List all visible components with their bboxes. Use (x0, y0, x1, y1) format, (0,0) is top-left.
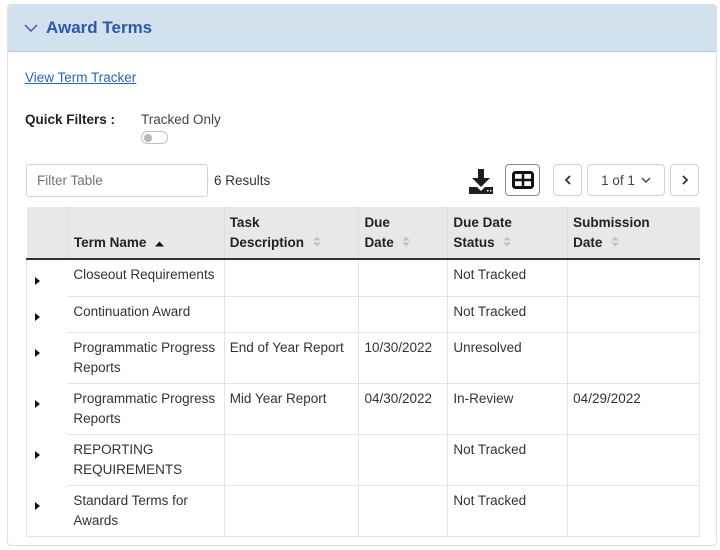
chevron-down-icon[interactable] (24, 20, 40, 36)
column-header-expand (26, 207, 69, 261)
column-header-label-line2: Date (573, 235, 603, 250)
previous-page-button[interactable] (553, 164, 582, 196)
column-header-label-line1: Due (364, 215, 390, 230)
submission-date-cell (567, 332, 700, 384)
chevron-left-icon (564, 175, 571, 185)
table-columns-icon (511, 171, 534, 189)
task-description-cell (224, 485, 360, 537)
page-select-value: 1 of 1 (601, 172, 635, 188)
term-name-cell: Standard Terms for Awards (68, 485, 225, 537)
submission-date-cell (567, 296, 700, 333)
column-header-label-line1: Due Date (453, 215, 512, 230)
task-description-cell: End of Year Report (224, 332, 360, 384)
column-header-due-date-status[interactable]: Due Date Status (447, 207, 569, 261)
task-description-cell (224, 434, 360, 486)
column-header-label-line2: Description (229, 235, 304, 250)
sort-icon (503, 233, 512, 253)
table-row: Continuation Award Not Tracked (26, 296, 700, 333)
task-description-cell (224, 296, 360, 333)
award-terms-header[interactable]: Award Terms (8, 5, 716, 52)
term-name-cell: Programmatic Progress Reports (68, 383, 225, 435)
expand-cell (26, 296, 69, 333)
column-header-submission-date[interactable]: Submission Date (567, 207, 700, 261)
sort-icon (611, 233, 620, 253)
submission-date-cell (567, 485, 700, 537)
column-header-task-description[interactable]: Task Description (224, 207, 360, 261)
table-row: Programmatic Progress Reports End of Yea… (26, 332, 700, 384)
task-description-cell: Mid Year Report (224, 383, 360, 435)
column-header-label-line2: Status (453, 235, 495, 250)
submission-date-cell (567, 259, 700, 297)
columns-toggle-button[interactable] (505, 164, 540, 196)
sort-icon (312, 233, 321, 253)
table-header-row: Term Name Task Description Due Date Due … (26, 207, 700, 261)
due-date-cell: 10/30/2022 (358, 332, 449, 384)
expand-cell (26, 485, 69, 537)
column-header-label-line1: Submission (573, 215, 650, 230)
sort-icon (402, 233, 411, 253)
quick-filters-label: Quick Filters : (25, 112, 116, 127)
table-row: Closeout Requirements Not Tracked (26, 259, 700, 297)
due-date-status-cell: Not Tracked (447, 259, 569, 297)
due-date-status-cell: In-Review (447, 383, 569, 435)
term-name-cell: Continuation Award (68, 296, 225, 333)
panel-title: Award Terms (46, 18, 153, 37)
download-icon (469, 169, 493, 194)
table-row: REPORTING REQUIREMENTS Not Tracked (26, 434, 700, 486)
expand-cell (26, 434, 69, 486)
tracked-only-label: Tracked Only (141, 112, 221, 127)
caret-right-icon[interactable] (35, 307, 40, 327)
table-row: Programmatic Progress Reports Mid Year R… (26, 383, 700, 435)
caret-right-icon[interactable] (35, 496, 40, 516)
award-terms-panel: Award Terms View Term Tracker Quick Filt… (7, 4, 717, 546)
results-count: 6 Results (214, 173, 271, 188)
caret-right-icon[interactable] (35, 445, 40, 465)
toggle-knob (144, 134, 152, 142)
sort-ascending-icon (155, 233, 165, 253)
due-date-status-cell: Not Tracked (447, 485, 569, 537)
column-header-term-name[interactable]: Term Name (68, 207, 225, 261)
term-name-cell: Closeout Requirements (68, 259, 225, 297)
page-select[interactable]: 1 of 1 (587, 164, 665, 196)
column-header-label: Term Name (73, 235, 147, 250)
due-date-cell (358, 434, 449, 486)
expand-cell (26, 332, 69, 384)
task-description-cell (224, 259, 360, 297)
caret-right-icon[interactable] (35, 343, 40, 363)
quick-filters: Quick Filters : Tracked Only (25, 112, 221, 144)
expand-cell (26, 383, 69, 435)
chevron-right-icon (681, 175, 688, 185)
tracked-only-filter: Tracked Only (141, 112, 221, 144)
column-header-label-line2: Date (364, 235, 394, 250)
expand-cell (26, 259, 69, 297)
due-date-cell (358, 296, 449, 333)
submission-date-cell (567, 434, 700, 486)
filter-table-input[interactable] (26, 164, 208, 197)
due-date-cell: 04/30/2022 (358, 383, 449, 435)
caret-right-icon[interactable] (35, 271, 40, 291)
chevron-down-icon (641, 177, 651, 184)
view-term-tracker-link[interactable]: View Term Tracker (25, 70, 136, 85)
award-terms-table: Term Name Task Description Due Date Due … (26, 207, 700, 537)
due-date-status-cell: Not Tracked (447, 296, 569, 333)
column-header-due-date[interactable]: Due Date (358, 207, 449, 261)
table-row: Standard Terms for Awards Not Tracked (26, 485, 700, 537)
caret-right-icon[interactable] (35, 394, 40, 414)
term-name-cell: Programmatic Progress Reports (68, 332, 225, 384)
due-date-cell (358, 485, 449, 537)
tracked-only-toggle[interactable] (141, 131, 168, 144)
due-date-status-cell: Not Tracked (447, 434, 569, 486)
term-name-cell: REPORTING REQUIREMENTS (68, 434, 225, 486)
download-button[interactable] (467, 167, 495, 195)
due-date-status-cell: Unresolved (447, 332, 569, 384)
next-page-button[interactable] (670, 164, 699, 196)
submission-date-cell: 04/29/2022 (567, 383, 700, 435)
column-header-label-line1: Task (229, 215, 260, 230)
due-date-cell (358, 259, 449, 297)
